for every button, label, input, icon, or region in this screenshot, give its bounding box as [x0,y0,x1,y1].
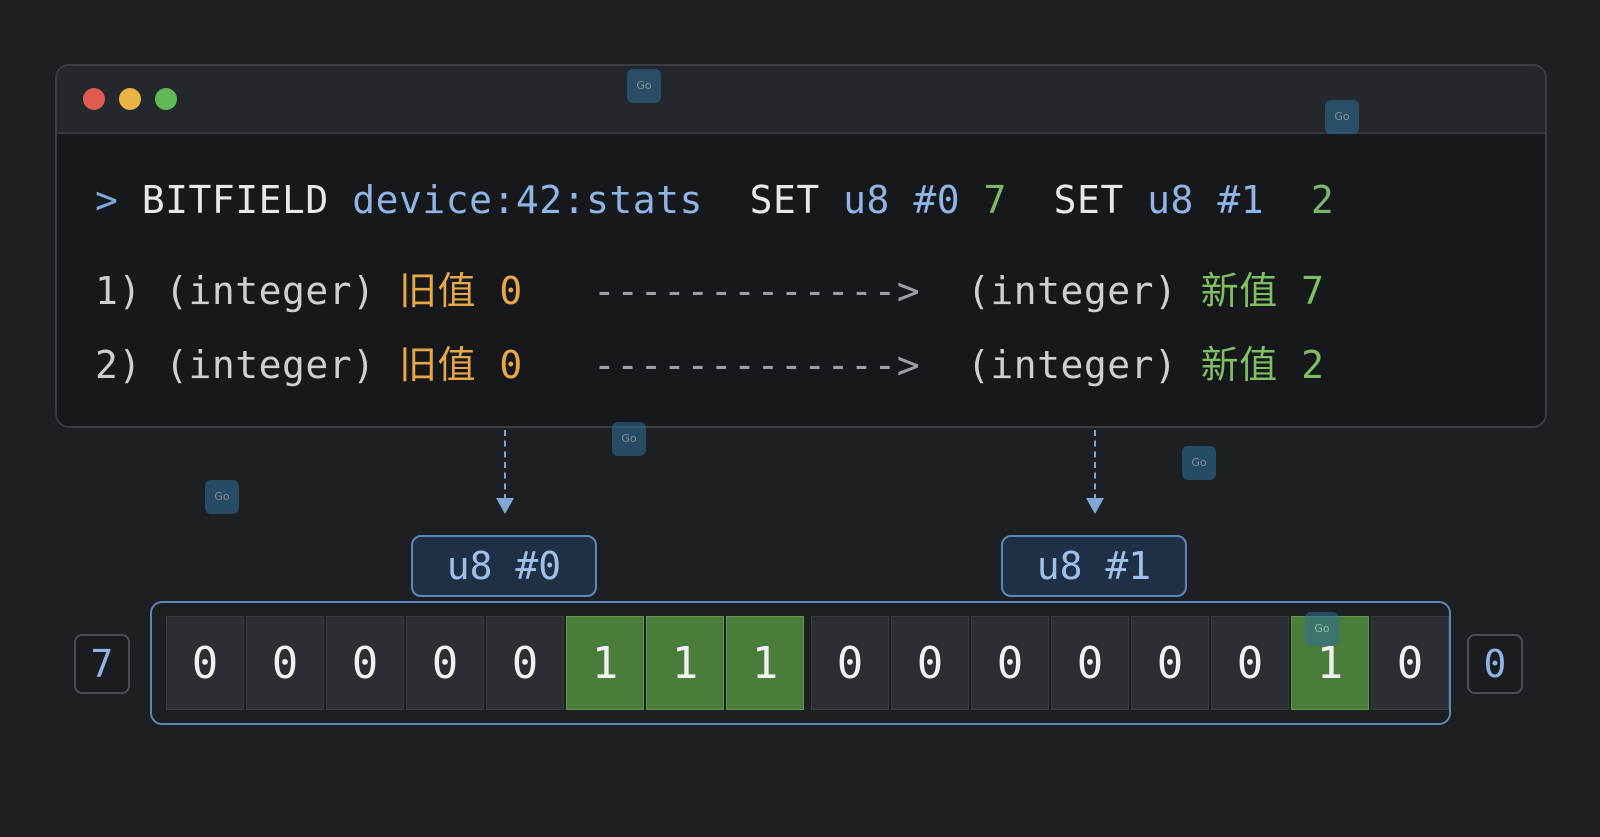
bit-cell: 0 [1051,616,1129,710]
connector-field-0 [504,430,506,500]
watermark-logo-icon: Go [612,422,646,456]
watermark-logo-icon: Go [1305,612,1339,646]
result-old-type: (integer) [165,269,376,313]
result-line-2: 2) (integer) 旧值 0 -------------> (intege… [95,334,1325,389]
result-old-value: 0 [499,343,523,387]
result-index: 1) [95,269,142,313]
result-arrow: -------------> [592,343,921,387]
bit-cell: 1 [566,616,644,710]
command-value-1: 7 [983,178,1007,222]
command-name: BITFIELD [141,178,329,222]
watermark-logo-icon: Go [1182,446,1216,480]
bit-cell: 1 [726,616,804,710]
result-line-1: 1) (integer) 旧值 0 -------------> (intege… [95,260,1325,315]
command-op-2: SET [1053,178,1124,222]
watermark-logo-icon: Go [205,480,239,514]
connector-field-1 [1094,430,1096,500]
close-button[interactable] [83,88,105,110]
watermark-logo-icon: Go [627,69,661,103]
bit-group-field-1: 00000010 [811,616,1451,710]
maximize-button[interactable] [155,88,177,110]
command-op-1: SET [749,178,820,222]
result-old-label: 旧值 [398,269,476,313]
bit-cell: 0 [1211,616,1289,710]
result-index: 2) [95,343,142,387]
field-label-u8-1: u8 #1 [1001,535,1187,597]
command-line: > BITFIELD device:42:stats SET u8 #0 7 S… [95,178,1334,222]
field-label-u8-0: u8 #0 [411,535,597,597]
bit-cell: 0 [406,616,484,710]
left-side-value: 7 [74,634,130,694]
result-old-value: 0 [499,269,523,313]
right-side-value: 0 [1467,634,1523,694]
command-type-2: u8 [1147,178,1194,222]
bit-group-field-0: 00000111 [166,616,806,710]
watermark-logo-icon: Go [1325,100,1359,134]
command-offset-1: #0 [913,178,961,222]
result-old-label: 旧值 [398,343,476,387]
bit-cell: 0 [246,616,324,710]
bit-cell: 0 [811,616,889,710]
command-value-2: 2 [1310,178,1335,222]
command-key: device:42:stats [352,178,703,222]
result-new-label: 新值 [1200,269,1278,313]
result-new-value: 7 [1301,269,1325,313]
bit-cell: 0 [1131,616,1209,710]
bit-cell: 0 [1371,616,1449,710]
bit-cell: 0 [166,616,244,710]
result-new-type: (integer) [966,343,1178,387]
result-old-type: (integer) [165,343,376,387]
arrow-down-icon [496,498,514,514]
result-arrow: -------------> [592,269,921,313]
command-offset-2: #1 [1217,178,1265,222]
arrow-down-icon [1086,498,1104,514]
bit-cell: 1 [646,616,724,710]
bit-cell: 0 [971,616,1049,710]
bit-cell: 0 [326,616,404,710]
result-new-label: 新值 [1200,343,1278,387]
result-new-type: (integer) [966,269,1178,313]
prompt-symbol: > [95,178,119,222]
bit-cell: 0 [486,616,564,710]
bit-cell: 0 [891,616,969,710]
command-type-1: u8 [843,178,890,222]
result-new-value: 2 [1301,343,1325,387]
terminal-window: > BITFIELD device:42:stats SET u8 #0 7 S… [55,64,1547,428]
title-bar [57,66,1545,134]
minimize-button[interactable] [119,88,141,110]
